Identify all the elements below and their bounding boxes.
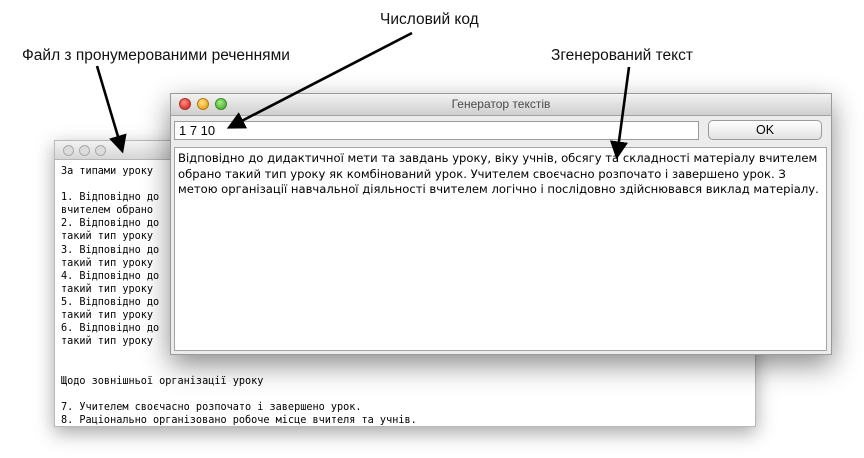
maximize-icon[interactable] xyxy=(95,145,106,156)
annotation-file-label: Файл з пронумерованими реченнями xyxy=(22,47,290,64)
generator-window: Генератор текстів 1 7 10 OK Відповідно д… xyxy=(170,93,832,355)
generated-text-area[interactable]: Відповідно до дидактичної мети та завдан… xyxy=(174,147,827,351)
window-title: Генератор текстів xyxy=(451,97,551,111)
text-line: такий тип уроку xyxy=(61,336,154,348)
annotation-generated-label: Згенерований текст xyxy=(551,47,693,64)
text-line: За типами уроку xyxy=(61,166,154,177)
text-line: такий тип уроку xyxy=(61,231,154,243)
text-line: 7. Учителем своєчасно розпочато і заверш… xyxy=(61,401,362,413)
text-line: 4. Відповідно до xyxy=(61,270,160,282)
text-line: 1. Відповідно до xyxy=(61,192,160,204)
text-line: такий тип уроку xyxy=(61,283,154,295)
text-line: вчителем обрано xyxy=(61,205,154,217)
annotation-code-label: Числовий код xyxy=(380,11,479,28)
ok-button[interactable]: OK xyxy=(708,120,822,140)
generator-titlebar[interactable]: Генератор текстів xyxy=(171,94,831,116)
code-input[interactable]: 1 7 10 xyxy=(174,121,699,140)
text-line: 8. Раціонально організовано робоче місце… xyxy=(61,414,417,426)
text-line: Щодо зовнішньої організації уроку xyxy=(61,375,264,387)
text-line: 5. Відповідно до xyxy=(61,296,160,308)
minimize-icon[interactable] xyxy=(79,145,90,156)
close-icon[interactable] xyxy=(63,145,74,156)
text-line: такий тип уроку xyxy=(61,257,154,269)
text-line: 6. Відповідно до xyxy=(61,323,160,335)
text-line: 3. Відповідно до xyxy=(61,244,160,256)
text-line: 2. Відповідно до xyxy=(61,218,160,230)
text-line: такий тип уроку xyxy=(61,310,154,322)
arrow-to-file-window xyxy=(95,65,127,154)
